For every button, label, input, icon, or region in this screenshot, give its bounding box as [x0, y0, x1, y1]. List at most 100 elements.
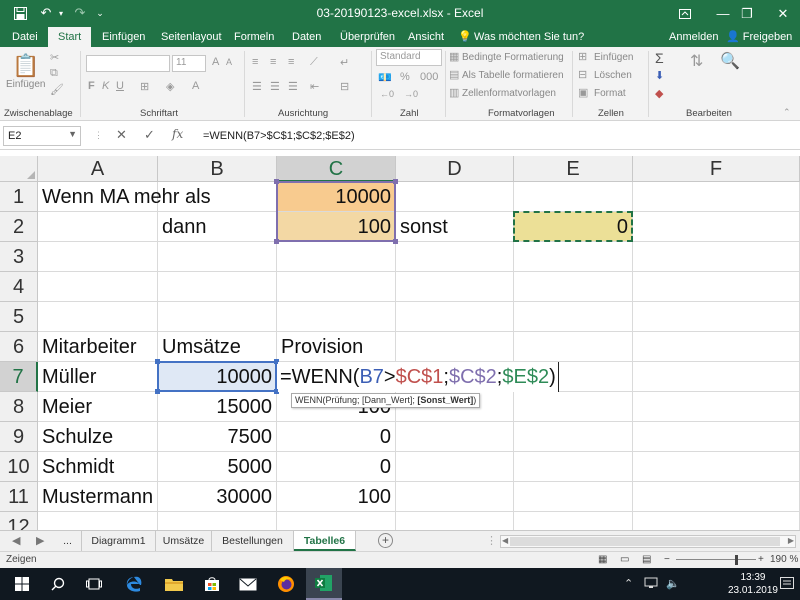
add-sheet-icon[interactable]: + — [378, 533, 393, 548]
cell-b8[interactable]: 15000 — [158, 392, 277, 422]
currency-icon[interactable]: 💶 — [378, 71, 392, 84]
merge-center-icon[interactable]: ⊟ — [340, 80, 349, 93]
column-header-d[interactable]: D — [396, 156, 514, 182]
cell-e3[interactable] — [514, 242, 633, 272]
task-view-icon[interactable] — [76, 568, 112, 600]
format-cells-button[interactable]: Format — [594, 88, 626, 99]
percent-icon[interactable]: % — [400, 71, 410, 83]
cell-a10[interactable]: Schmidt — [38, 452, 158, 482]
delete-cells-button[interactable]: Löschen — [594, 70, 632, 81]
scroll-left-icon[interactable]: ◀ — [502, 536, 508, 545]
cell-f12[interactable] — [633, 512, 800, 530]
cell-c7-editor[interactable]: =WENN(B7>$C$1;$C$2;$E$2) — [278, 362, 559, 392]
cell-d12[interactable] — [396, 512, 514, 530]
tab-formeln[interactable]: Formeln — [232, 27, 276, 47]
cell-e11[interactable] — [514, 482, 633, 512]
column-header-b[interactable]: B — [158, 156, 277, 182]
row-header-11[interactable]: 11 — [0, 482, 38, 512]
chevron-down-icon[interactable]: ▼ — [68, 129, 77, 139]
format-cells-icon[interactable]: ▣ — [578, 86, 588, 99]
cell-e10[interactable] — [514, 452, 633, 482]
cell-styles-button[interactable]: Zellenformatvorlagen — [462, 88, 556, 99]
share-button[interactable]: 👤 Freigeben — [726, 27, 792, 47]
cell-a11[interactable]: Mustermann — [38, 482, 158, 512]
row-header-3[interactable]: 3 — [0, 242, 38, 272]
sheet-tab-tabelle6[interactable]: Tabelle6 — [294, 531, 356, 551]
row-header-2[interactable]: 2 — [0, 212, 38, 242]
network-icon[interactable] — [644, 577, 658, 592]
tab-start[interactable]: Start — [48, 27, 92, 47]
font-size-select[interactable]: 11 — [172, 55, 206, 72]
store-icon[interactable] — [194, 568, 230, 600]
prev-sheet-icon[interactable]: ◀ — [12, 534, 20, 547]
cell-a9[interactable]: Schulze — [38, 422, 158, 452]
autosum-icon[interactable]: Σ — [655, 50, 664, 66]
cancel-icon[interactable]: ✕ — [116, 127, 127, 143]
align-center-icon[interactable]: ☰ — [270, 80, 280, 93]
font-color-icon[interactable]: A — [192, 80, 199, 92]
cell-f3[interactable] — [633, 242, 800, 272]
tell-me-box[interactable]: Was möchten Sie tun? — [474, 27, 584, 47]
cell-c11[interactable]: 100 — [277, 482, 396, 512]
cell-e2[interactable]: 0 — [514, 212, 633, 242]
delete-cells-icon[interactable]: ⊟ — [578, 68, 587, 81]
cell-b9[interactable]: 7500 — [158, 422, 277, 452]
row-header-1[interactable]: 1 — [0, 182, 38, 212]
cell-c10[interactable]: 0 — [277, 452, 396, 482]
cell-a1[interactable]: Wenn MA mehr als — [38, 182, 211, 212]
paste-button[interactable]: Einfügen — [6, 79, 45, 90]
conditional-formatting-icon[interactable]: ▦ — [449, 50, 459, 63]
more-sheets-button[interactable]: ... — [54, 531, 82, 551]
cell-b12[interactable] — [158, 512, 277, 530]
row-header-5[interactable]: 5 — [0, 302, 38, 332]
paste-icon[interactable]: 📋 — [12, 53, 39, 79]
font-name-select[interactable] — [86, 55, 170, 72]
decrease-decimal-icon[interactable]: →0 — [404, 89, 418, 99]
align-left-icon[interactable]: ☰ — [252, 80, 262, 93]
cell-b11[interactable]: 30000 — [158, 482, 277, 512]
select-all-button[interactable] — [0, 156, 38, 182]
excel-taskbar-icon[interactable] — [306, 568, 342, 600]
cell-c6[interactable]: Provision — [277, 332, 396, 362]
clock[interactable]: 13:39 23.01.2019 — [728, 571, 778, 597]
close-icon[interactable]: ✕ — [760, 0, 800, 27]
shrink-font-icon[interactable]: A — [226, 57, 232, 67]
insert-cells-icon[interactable]: ⊞ — [578, 50, 587, 63]
cell-b3[interactable] — [158, 242, 277, 272]
tab-einfuegen[interactable]: Einfügen — [100, 27, 147, 47]
name-box[interactable]: E2 ▼ — [3, 126, 81, 146]
zoom-in-icon[interactable]: + — [758, 554, 764, 565]
cell-f5[interactable] — [633, 302, 800, 332]
cell-c9[interactable]: 0 — [277, 422, 396, 452]
zoom-level[interactable]: 190 % — [770, 554, 798, 565]
formula-input[interactable]: =WENN(B7>$C$1;$C$2;$E$2) — [200, 126, 796, 146]
insert-cells-button[interactable]: Einfügen — [594, 52, 633, 63]
column-header-f[interactable]: F — [633, 156, 800, 182]
cell-c4[interactable] — [277, 272, 396, 302]
cell-d5[interactable] — [396, 302, 514, 332]
cell-b7[interactable]: 10000 — [158, 362, 277, 392]
cell-a4[interactable] — [38, 272, 158, 302]
tab-datei[interactable]: Datei — [10, 27, 40, 47]
cell-e6[interactable] — [514, 332, 633, 362]
cell-c1[interactable]: 10000 — [277, 182, 396, 212]
cell-d6[interactable] — [396, 332, 514, 362]
cell-a8[interactable]: Meier — [38, 392, 158, 422]
cell-f11[interactable] — [633, 482, 800, 512]
find-select-icon[interactable]: 🔍 — [720, 51, 740, 71]
row-header-12[interactable]: 12 — [0, 512, 38, 530]
sort-filter-icon[interactable]: ⇅ — [690, 51, 703, 71]
cell-a6[interactable]: Mitarbeiter — [38, 332, 158, 362]
mail-icon[interactable] — [230, 568, 266, 600]
notifications-icon[interactable] — [780, 577, 794, 592]
cell-b1[interactable] — [158, 182, 277, 212]
column-header-a[interactable]: A — [38, 156, 158, 182]
row-header-4[interactable]: 4 — [0, 272, 38, 302]
number-format-select[interactable]: Standard — [376, 49, 442, 66]
format-as-table-icon[interactable]: ▤ — [449, 68, 459, 81]
cell-d2[interactable]: sonst — [396, 212, 514, 242]
sheet-tab-diagramm1[interactable]: Diagramm1 — [82, 531, 156, 551]
cell-e12[interactable] — [514, 512, 633, 530]
cell-c3[interactable] — [277, 242, 396, 272]
format-painter-icon[interactable]: 🖌 — [50, 83, 64, 96]
